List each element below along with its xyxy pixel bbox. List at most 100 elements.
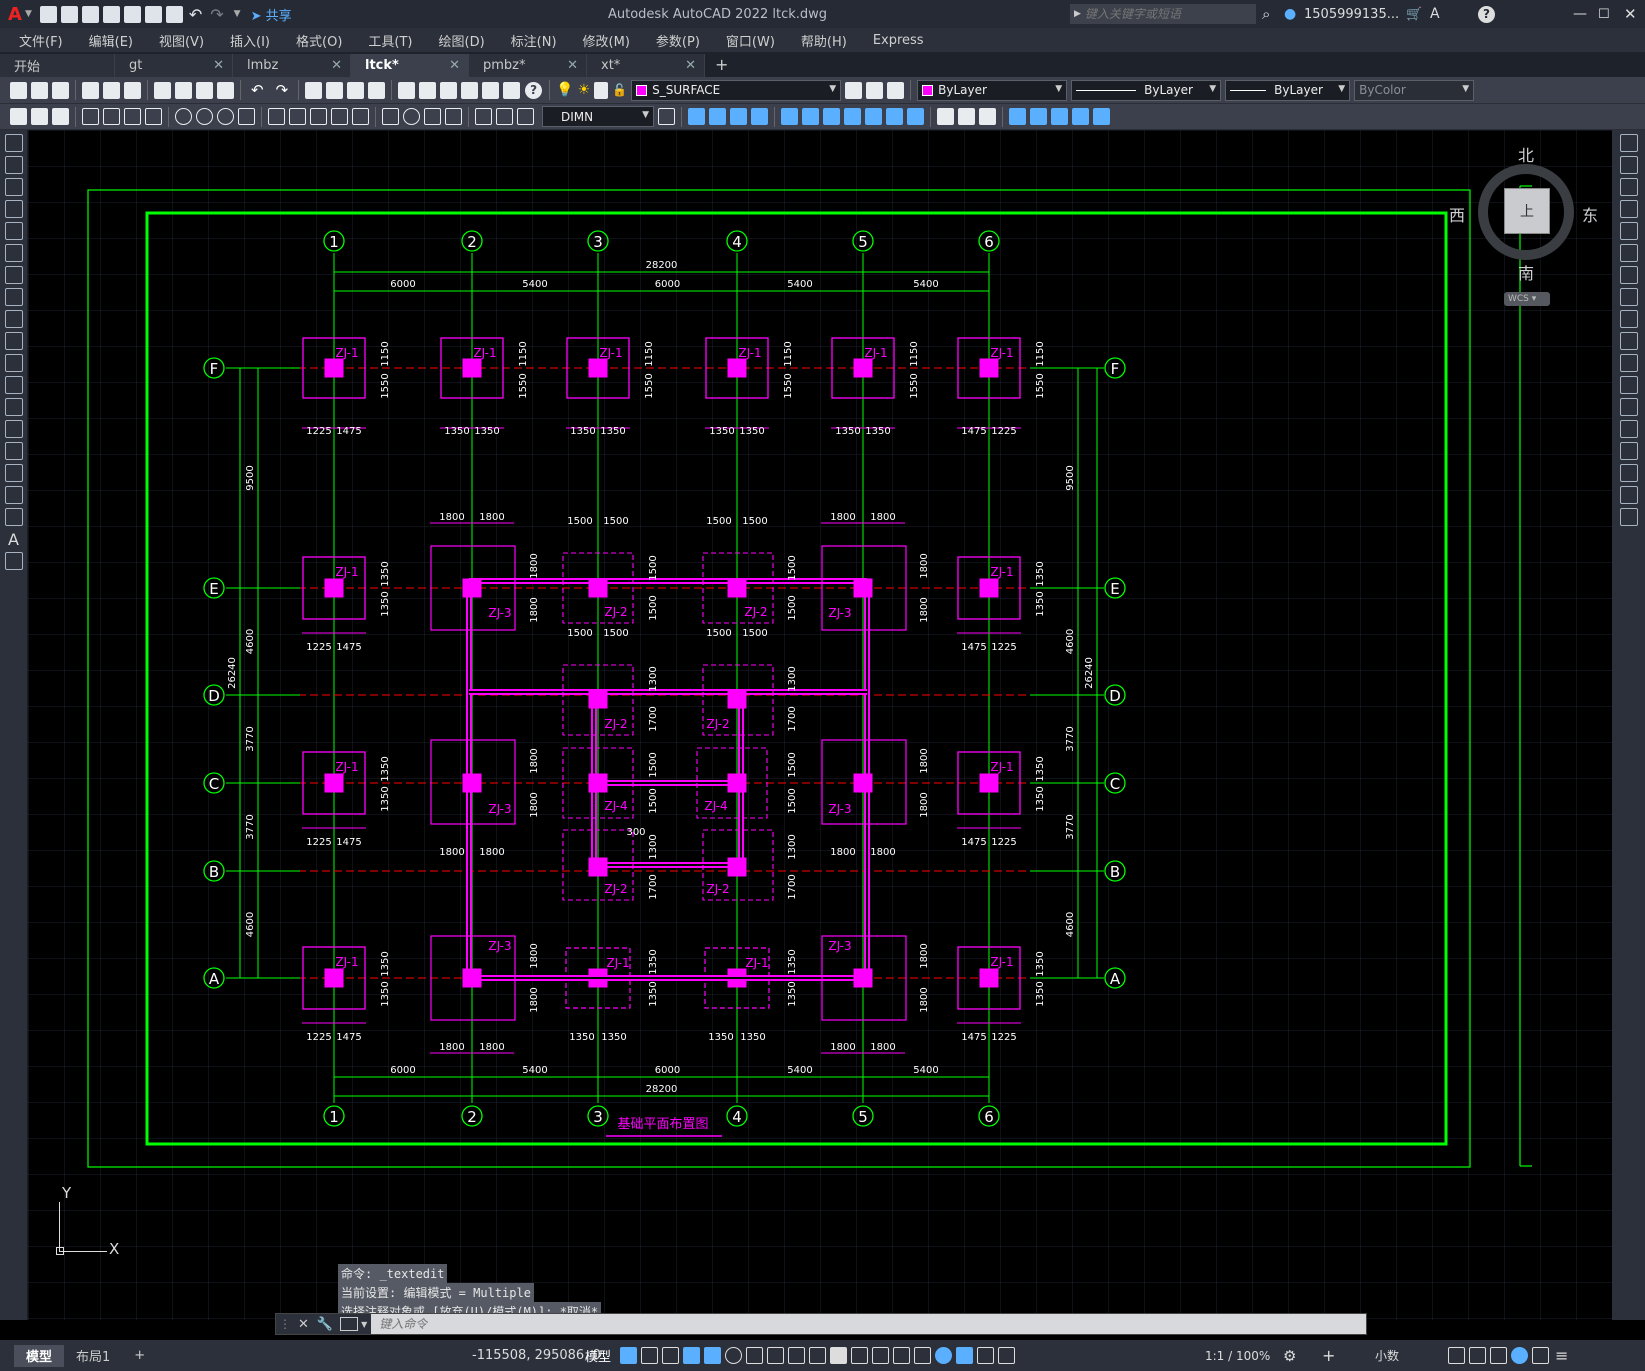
menu-item-5[interactable]: 工具(T): [355, 31, 425, 50]
dim-edit-icon[interactable]: [475, 108, 492, 125]
quick-properties-icon[interactable]: [1448, 1347, 1465, 1364]
cmd-recent-icon[interactable]: [340, 1317, 359, 1331]
viewcube[interactable]: 上 北 南 西 东 WCS ▾: [1449, 142, 1600, 306]
grid-toggle-icon[interactable]: [620, 1347, 637, 1364]
layer-on-icon[interactable]: 💡: [556, 82, 573, 98]
command-input-box[interactable]: [371, 1314, 1366, 1334]
linetype-dropdown[interactable]: ByLayer ▼: [1071, 79, 1222, 101]
dim-aligned-icon[interactable]: [103, 108, 120, 125]
modify-icon-1[interactable]: [688, 108, 705, 125]
publish-icon[interactable]: [124, 81, 141, 99]
share-button[interactable]: ➤ 共享: [251, 5, 292, 24]
break-icon[interactable]: [1619, 398, 1638, 416]
app-menu-chevron-icon[interactable]: ▼: [25, 9, 32, 19]
save-web-icon[interactable]: [144, 5, 162, 23]
rotate-icon[interactable]: [1619, 266, 1638, 284]
menu-item-3[interactable]: 插入(I): [217, 31, 283, 50]
app-logo-icon[interactable]: A: [8, 4, 22, 25]
menu-item-0[interactable]: 文件(F): [6, 31, 76, 50]
add-selected-icon[interactable]: [4, 552, 23, 570]
offset-icon[interactable]: [1619, 200, 1638, 218]
polyline-icon[interactable]: [4, 178, 23, 196]
modify-icon-14[interactable]: [979, 108, 996, 125]
modify-icon-3[interactable]: [730, 108, 747, 125]
plot-tb-icon[interactable]: [82, 81, 99, 99]
layer-previous-icon[interactable]: [866, 81, 884, 99]
hatch-icon[interactable]: [4, 442, 23, 460]
dim-update-icon[interactable]: [517, 108, 534, 125]
undo-tb-icon[interactable]: ↶: [251, 81, 264, 99]
pan-icon[interactable]: [305, 81, 323, 99]
tab-1[interactable]: gt ✕: [115, 54, 233, 77]
zoom-realtime-icon[interactable]: [326, 81, 344, 99]
chamfer-icon[interactable]: [1619, 442, 1638, 460]
add-layout-button[interactable]: +: [122, 1345, 157, 1367]
tab-close-icon[interactable]: ✕: [213, 58, 224, 73]
scale-icon[interactable]: [1619, 288, 1638, 306]
cmd-grip-icon[interactable]: ⋮: [279, 1317, 291, 1331]
ortho-toggle-icon[interactable]: [704, 1347, 721, 1364]
polygon-icon[interactable]: [4, 200, 23, 218]
cmd-close-icon[interactable]: ✕: [298, 1317, 309, 1332]
menu-item-6[interactable]: 绘图(D): [426, 31, 498, 50]
sheet-set-icon[interactable]: [461, 81, 479, 99]
user-name[interactable]: 1505999135...: [1304, 7, 1399, 22]
cart-icon[interactable]: 🛒: [1406, 7, 1422, 22]
redo-tb-icon[interactable]: ↷: [276, 81, 289, 99]
modify-icon-19[interactable]: [1093, 108, 1110, 125]
modify-icon-7[interactable]: [823, 108, 840, 125]
units-value[interactable]: 小数: [1375, 1347, 1399, 1364]
zoom-previous-icon[interactable]: [368, 81, 386, 99]
search-box[interactable]: ▶: [1070, 4, 1256, 24]
modify-icon-2[interactable]: [709, 108, 726, 125]
save-tb-icon[interactable]: [52, 81, 69, 99]
tab-2[interactable]: lmbz ✕: [233, 54, 351, 77]
layout-tab-layout1[interactable]: 布局1: [64, 1345, 122, 1367]
modify-icon-9[interactable]: [865, 108, 882, 125]
modify-icon-17[interactable]: [1051, 108, 1068, 125]
modify-icon-15[interactable]: [1009, 108, 1026, 125]
mirror-icon[interactable]: [1619, 178, 1638, 196]
modify-icon-13[interactable]: [958, 108, 975, 125]
layer-freeze-icon[interactable]: ☀: [578, 82, 591, 98]
gradient-icon[interactable]: [4, 464, 23, 482]
coordinates-readout[interactable]: -115508, 295086, 0: [472, 1348, 601, 1363]
dim-text-edit-icon[interactable]: [496, 108, 513, 125]
infer-constraints-icon[interactable]: [662, 1347, 679, 1364]
layer-walk-icon[interactable]: [52, 108, 69, 125]
drawing-canvas[interactable]: 1 1 2 2 3 3 4 4 5 5 6 6 F F E E D D C C B B A A 28200 6000 5400 600…: [28, 130, 1612, 1320]
menu-item-1[interactable]: 编辑(E): [76, 31, 146, 50]
lock-ui-icon[interactable]: [1469, 1347, 1486, 1364]
color-dropdown[interactable]: ByLayer ▼: [917, 79, 1068, 101]
layer-vp-icon[interactable]: [594, 81, 609, 99]
qnew-icon[interactable]: [10, 81, 27, 99]
make-block-icon[interactable]: [4, 398, 23, 416]
plot-icon[interactable]: [165, 5, 183, 23]
blend-icon[interactable]: [1619, 486, 1638, 504]
clean-screen-icon[interactable]: [1532, 1347, 1549, 1364]
cut-icon[interactable]: [154, 81, 171, 99]
dimstyle-dropdown[interactable]: DIMN ▼: [542, 106, 654, 127]
modify-icon-5[interactable]: [781, 108, 798, 125]
menu-item-11[interactable]: 帮助(H): [788, 31, 860, 50]
menu-item-7[interactable]: 标注(N): [498, 31, 570, 50]
help-tb-icon[interactable]: ?: [525, 81, 543, 99]
ellipse-arc-icon[interactable]: [4, 354, 23, 372]
layer-iso-icon[interactable]: [31, 108, 48, 125]
dimstyle-icon[interactable]: [658, 108, 675, 125]
command-input[interactable]: [379, 1317, 1366, 1331]
extend-icon[interactable]: [1619, 354, 1638, 372]
menu-item-8[interactable]: 修改(M): [570, 31, 643, 50]
layer-properties-icon[interactable]: [10, 108, 27, 125]
dim-baseline-icon[interactable]: [289, 108, 306, 125]
auto-scale-icon[interactable]: [977, 1347, 994, 1364]
selection-cycling-icon[interactable]: [851, 1347, 868, 1364]
paste-icon[interactable]: [196, 81, 213, 99]
modify-icon-11[interactable]: [907, 108, 924, 125]
wcs-dropdown[interactable]: WCS ▾: [1504, 292, 1550, 306]
line-icon[interactable]: [4, 134, 23, 152]
break-at-point-icon[interactable]: [1619, 376, 1638, 394]
minimize-icon[interactable]: —: [1573, 6, 1587, 22]
undo-icon[interactable]: ↶: [189, 5, 202, 24]
preview-icon[interactable]: [103, 81, 120, 99]
